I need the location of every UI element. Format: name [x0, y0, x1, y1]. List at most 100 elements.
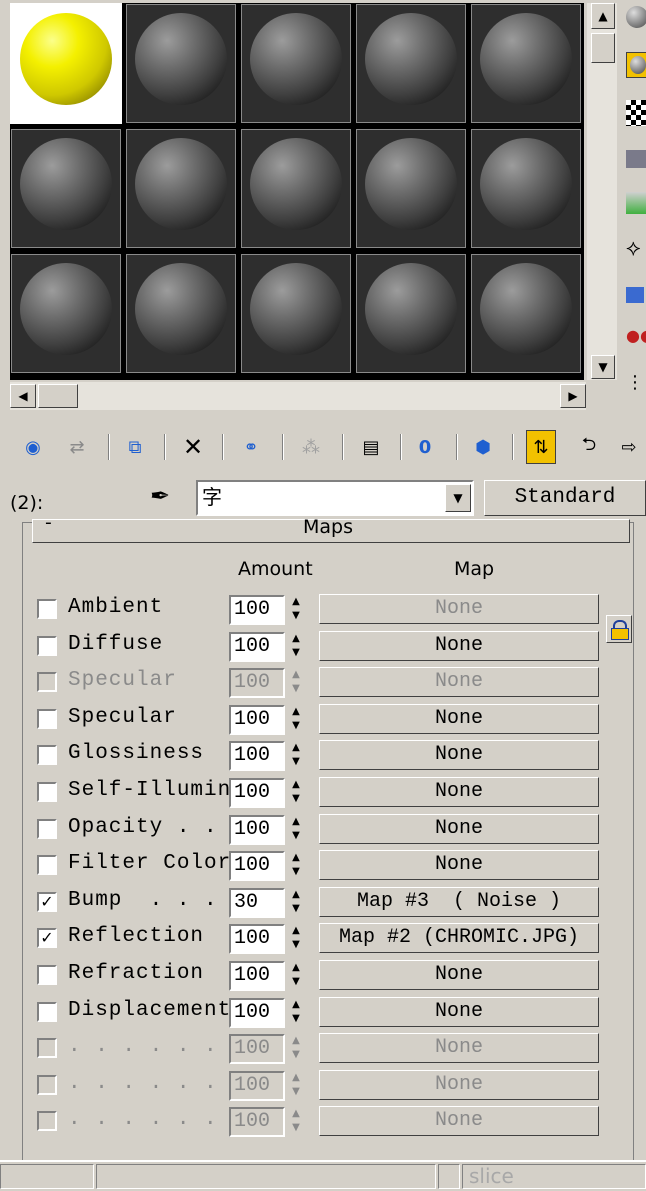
map-enable-checkbox[interactable]	[37, 1001, 57, 1022]
map-enable-checkbox[interactable]	[37, 635, 57, 656]
map-enable-checkbox[interactable]	[37, 599, 57, 619]
material-slot[interactable]	[126, 4, 236, 123]
map-enable-checkbox[interactable]	[37, 708, 57, 729]
slots-vertical-scrollbar[interactable]: ▲ ▼	[587, 3, 617, 380]
get-material-icon[interactable]: ◉	[18, 430, 48, 464]
amount-field[interactable]: 100	[229, 741, 285, 772]
amount-field[interactable]: 100	[229, 961, 285, 991]
amount-spinner[interactable]: ▲ ▼	[287, 595, 305, 625]
amount-field[interactable]: 100	[229, 924, 285, 955]
scroll-down-button[interactable]: ▼	[591, 355, 615, 379]
amount-spinner[interactable]: ▲ ▼	[287, 851, 305, 881]
material-slot[interactable]	[126, 254, 236, 373]
scroll-left-button[interactable]: ◀	[10, 384, 36, 408]
background-checker-icon[interactable]	[626, 100, 646, 126]
sample-uv-tiling-icon[interactable]	[626, 146, 646, 172]
map-enable-checkbox[interactable]	[37, 855, 57, 876]
amount-spinner[interactable]: ▲ ▼	[287, 778, 305, 808]
material-slot[interactable]	[241, 254, 351, 373]
amount-spinner[interactable]: ▲ ▼	[287, 632, 305, 662]
make-preview-icon[interactable]: ⟡	[626, 236, 646, 262]
map-enable-checkbox[interactable]	[37, 818, 57, 839]
assign-to-selection-icon[interactable]: ⧉	[120, 430, 150, 464]
sample-type-sphere-icon[interactable]	[626, 6, 646, 32]
map-enable-checkbox[interactable]	[37, 1111, 57, 1132]
amount-field[interactable]: 100	[229, 595, 285, 625]
amount-field[interactable]: 100	[229, 704, 285, 735]
map-slot-button[interactable]: None	[319, 740, 599, 771]
amount-field[interactable]: 100	[229, 997, 285, 1028]
show-map-in-viewport-icon[interactable]: 0	[410, 430, 440, 464]
map-slot-button[interactable]: None	[319, 850, 599, 881]
amount-spinner[interactable]: ▲ ▼	[287, 815, 305, 845]
material-slot[interactable]	[11, 254, 121, 373]
material-slot[interactable]	[126, 129, 236, 248]
material-navigator-icon[interactable]: ⋮	[626, 372, 646, 398]
map-slot-button[interactable]: None	[319, 996, 599, 1027]
map-slot-button[interactable]: None	[319, 960, 599, 990]
map-enable-checkbox[interactable]	[37, 745, 57, 766]
map-slot-button[interactable]: None	[319, 777, 599, 807]
material-slot[interactable]	[471, 254, 581, 373]
amount-spinner[interactable]: ▲ ▼	[287, 1107, 305, 1137]
map-slot-button[interactable]: None	[319, 594, 599, 624]
options-icon[interactable]	[626, 282, 646, 308]
material-slot-active[interactable]	[10, 3, 122, 124]
amount-spinner[interactable]: ▲ ▼	[287, 741, 305, 771]
go-forward-to-sibling-icon[interactable]: ⮌	[574, 430, 604, 464]
material-slot[interactable]	[241, 4, 351, 123]
amount-spinner[interactable]: ▲ ▼	[287, 888, 305, 918]
amount-field[interactable]: 100	[229, 668, 285, 699]
chevron-down-icon[interactable]: ▼	[445, 484, 471, 512]
amount-spinner[interactable]: ▲ ▼	[287, 1034, 305, 1064]
reset-map-icon[interactable]: ✕	[178, 430, 208, 464]
amount-field[interactable]: 100	[229, 1034, 285, 1065]
map-slot-button[interactable]: None	[319, 813, 599, 844]
go-to-parent-icon[interactable]: ⇅	[526, 430, 556, 464]
amount-spinner[interactable]: ▲ ▼	[287, 924, 305, 954]
material-effects-channel-icon[interactable]: ▤	[356, 430, 386, 464]
scroll-right-button[interactable]: ▶	[560, 384, 586, 408]
pick-next-icon[interactable]: ⇨	[614, 430, 644, 464]
amount-field[interactable]: 100	[229, 1107, 285, 1138]
map-slot-button[interactable]: None	[319, 703, 599, 734]
amount-field[interactable]: 30	[229, 887, 285, 918]
map-slot-button[interactable]: Map #2 (CHROMIC.JPG)	[319, 923, 599, 954]
material-slot[interactable]	[471, 4, 581, 123]
map-enable-checkbox[interactable]	[37, 1038, 57, 1059]
map-slot-button[interactable]: Map #3 ( Noise )	[319, 886, 599, 917]
material-type-button[interactable]: Standard	[484, 480, 646, 516]
map-enable-checkbox[interactable]: ✓	[37, 928, 57, 949]
scroll-thumb[interactable]	[591, 33, 615, 63]
map-enable-checkbox[interactable]	[37, 965, 57, 985]
amount-field[interactable]: 100	[229, 851, 285, 882]
slots-horizontal-scrollbar[interactable]: ◀ ▶	[10, 382, 586, 410]
maps-rollout-header[interactable]: - Maps	[32, 514, 630, 543]
map-slot-button[interactable]: None	[319, 667, 599, 698]
put-to-scene-icon[interactable]: ⇄	[62, 430, 92, 464]
amount-field[interactable]: 100	[229, 814, 285, 845]
amount-field[interactable]: 100	[229, 631, 285, 662]
map-slot-button[interactable]: None	[319, 1033, 599, 1064]
amount-spinner[interactable]: ▲ ▼	[287, 998, 305, 1028]
amount-field[interactable]: 100	[229, 778, 285, 808]
amount-spinner[interactable]: ▲ ▼	[287, 1071, 305, 1101]
material-slot[interactable]	[471, 129, 581, 248]
material-slot[interactable]	[11, 129, 121, 248]
show-end-result-icon[interactable]: ⬢	[468, 430, 498, 464]
make-unique-icon[interactable]: ⚭	[236, 430, 266, 464]
material-name-field[interactable]: 字	[196, 480, 474, 516]
backlight-icon[interactable]	[626, 52, 646, 78]
map-enable-checkbox[interactable]	[37, 1074, 57, 1095]
put-to-library-icon[interactable]: ⁂	[296, 430, 326, 464]
amount-spinner[interactable]: ▲ ▼	[287, 668, 305, 698]
material-slot[interactable]	[356, 4, 466, 123]
map-enable-checkbox[interactable]: ✓	[37, 891, 57, 912]
amount-spinner[interactable]: ▲ ▼	[287, 961, 305, 991]
select-by-material-icon[interactable]: ●●	[626, 326, 646, 352]
scroll-thumb-horizontal[interactable]	[38, 384, 78, 408]
scroll-up-button[interactable]: ▲	[591, 3, 615, 29]
video-color-check-icon[interactable]	[626, 190, 646, 216]
map-slot-button[interactable]: None	[319, 1106, 599, 1137]
amount-field[interactable]: 100	[229, 1070, 285, 1101]
